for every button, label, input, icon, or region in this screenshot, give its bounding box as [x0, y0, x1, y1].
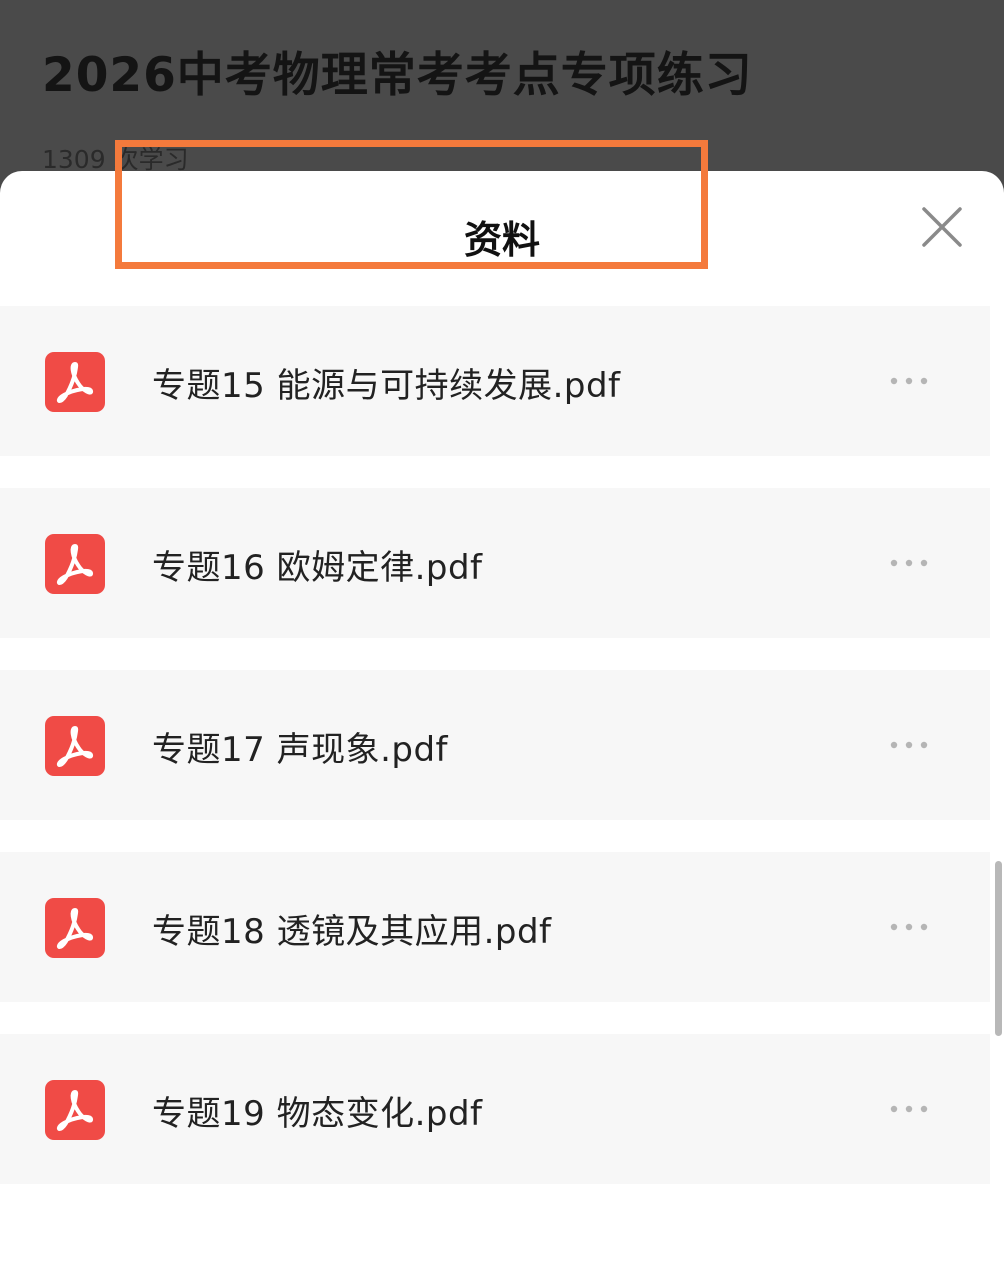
- pdf-icon: [45, 898, 105, 958]
- pdf-icon: [45, 1080, 105, 1140]
- background-page: 2026中考物理常考考点专项练习 1309 次学习: [0, 0, 1004, 200]
- pdf-icon: [45, 352, 105, 412]
- file-row[interactable]: 专题19 物态变化.pdf: [0, 1034, 990, 1184]
- file-row[interactable]: 专题17 声现象.pdf: [0, 670, 990, 820]
- file-name: 专题18 透镜及其应用.pdf: [152, 912, 552, 952]
- more-options-button[interactable]: [886, 366, 932, 396]
- close-icon: [916, 201, 968, 253]
- more-options-button[interactable]: [886, 1094, 932, 1124]
- materials-sheet: 资料 专题15 能源与可持续发展.pdf 专题16 欧姆定律.pdf 专题17 …: [0, 171, 1004, 1280]
- more-dots-icon: [886, 730, 932, 760]
- sheet-title: 资料: [463, 218, 540, 262]
- file-row[interactable]: 专题16 欧姆定律.pdf: [0, 488, 990, 638]
- scrollbar[interactable]: [995, 861, 1002, 1036]
- file-name: 专题17 声现象.pdf: [152, 730, 449, 770]
- pdf-icon: [45, 534, 105, 594]
- more-dots-icon: [886, 912, 932, 942]
- file-row[interactable]: 专题15 能源与可持续发展.pdf: [0, 306, 990, 456]
- more-dots-icon: [886, 1094, 932, 1124]
- more-options-button[interactable]: [886, 548, 932, 578]
- more-dots-icon: [886, 548, 932, 578]
- file-row[interactable]: 专题18 透镜及其应用.pdf: [0, 852, 990, 1002]
- more-options-button[interactable]: [886, 730, 932, 760]
- file-name: 专题19 物态变化.pdf: [152, 1094, 483, 1134]
- pdf-icon: [45, 716, 105, 776]
- more-dots-icon: [886, 366, 932, 396]
- file-name: 专题16 欧姆定律.pdf: [152, 548, 483, 588]
- file-name: 专题15 能源与可持续发展.pdf: [152, 366, 621, 406]
- more-options-button[interactable]: [886, 912, 932, 942]
- page-title: 2026中考物理常考考点专项练习: [42, 48, 753, 103]
- close-button[interactable]: [916, 201, 968, 253]
